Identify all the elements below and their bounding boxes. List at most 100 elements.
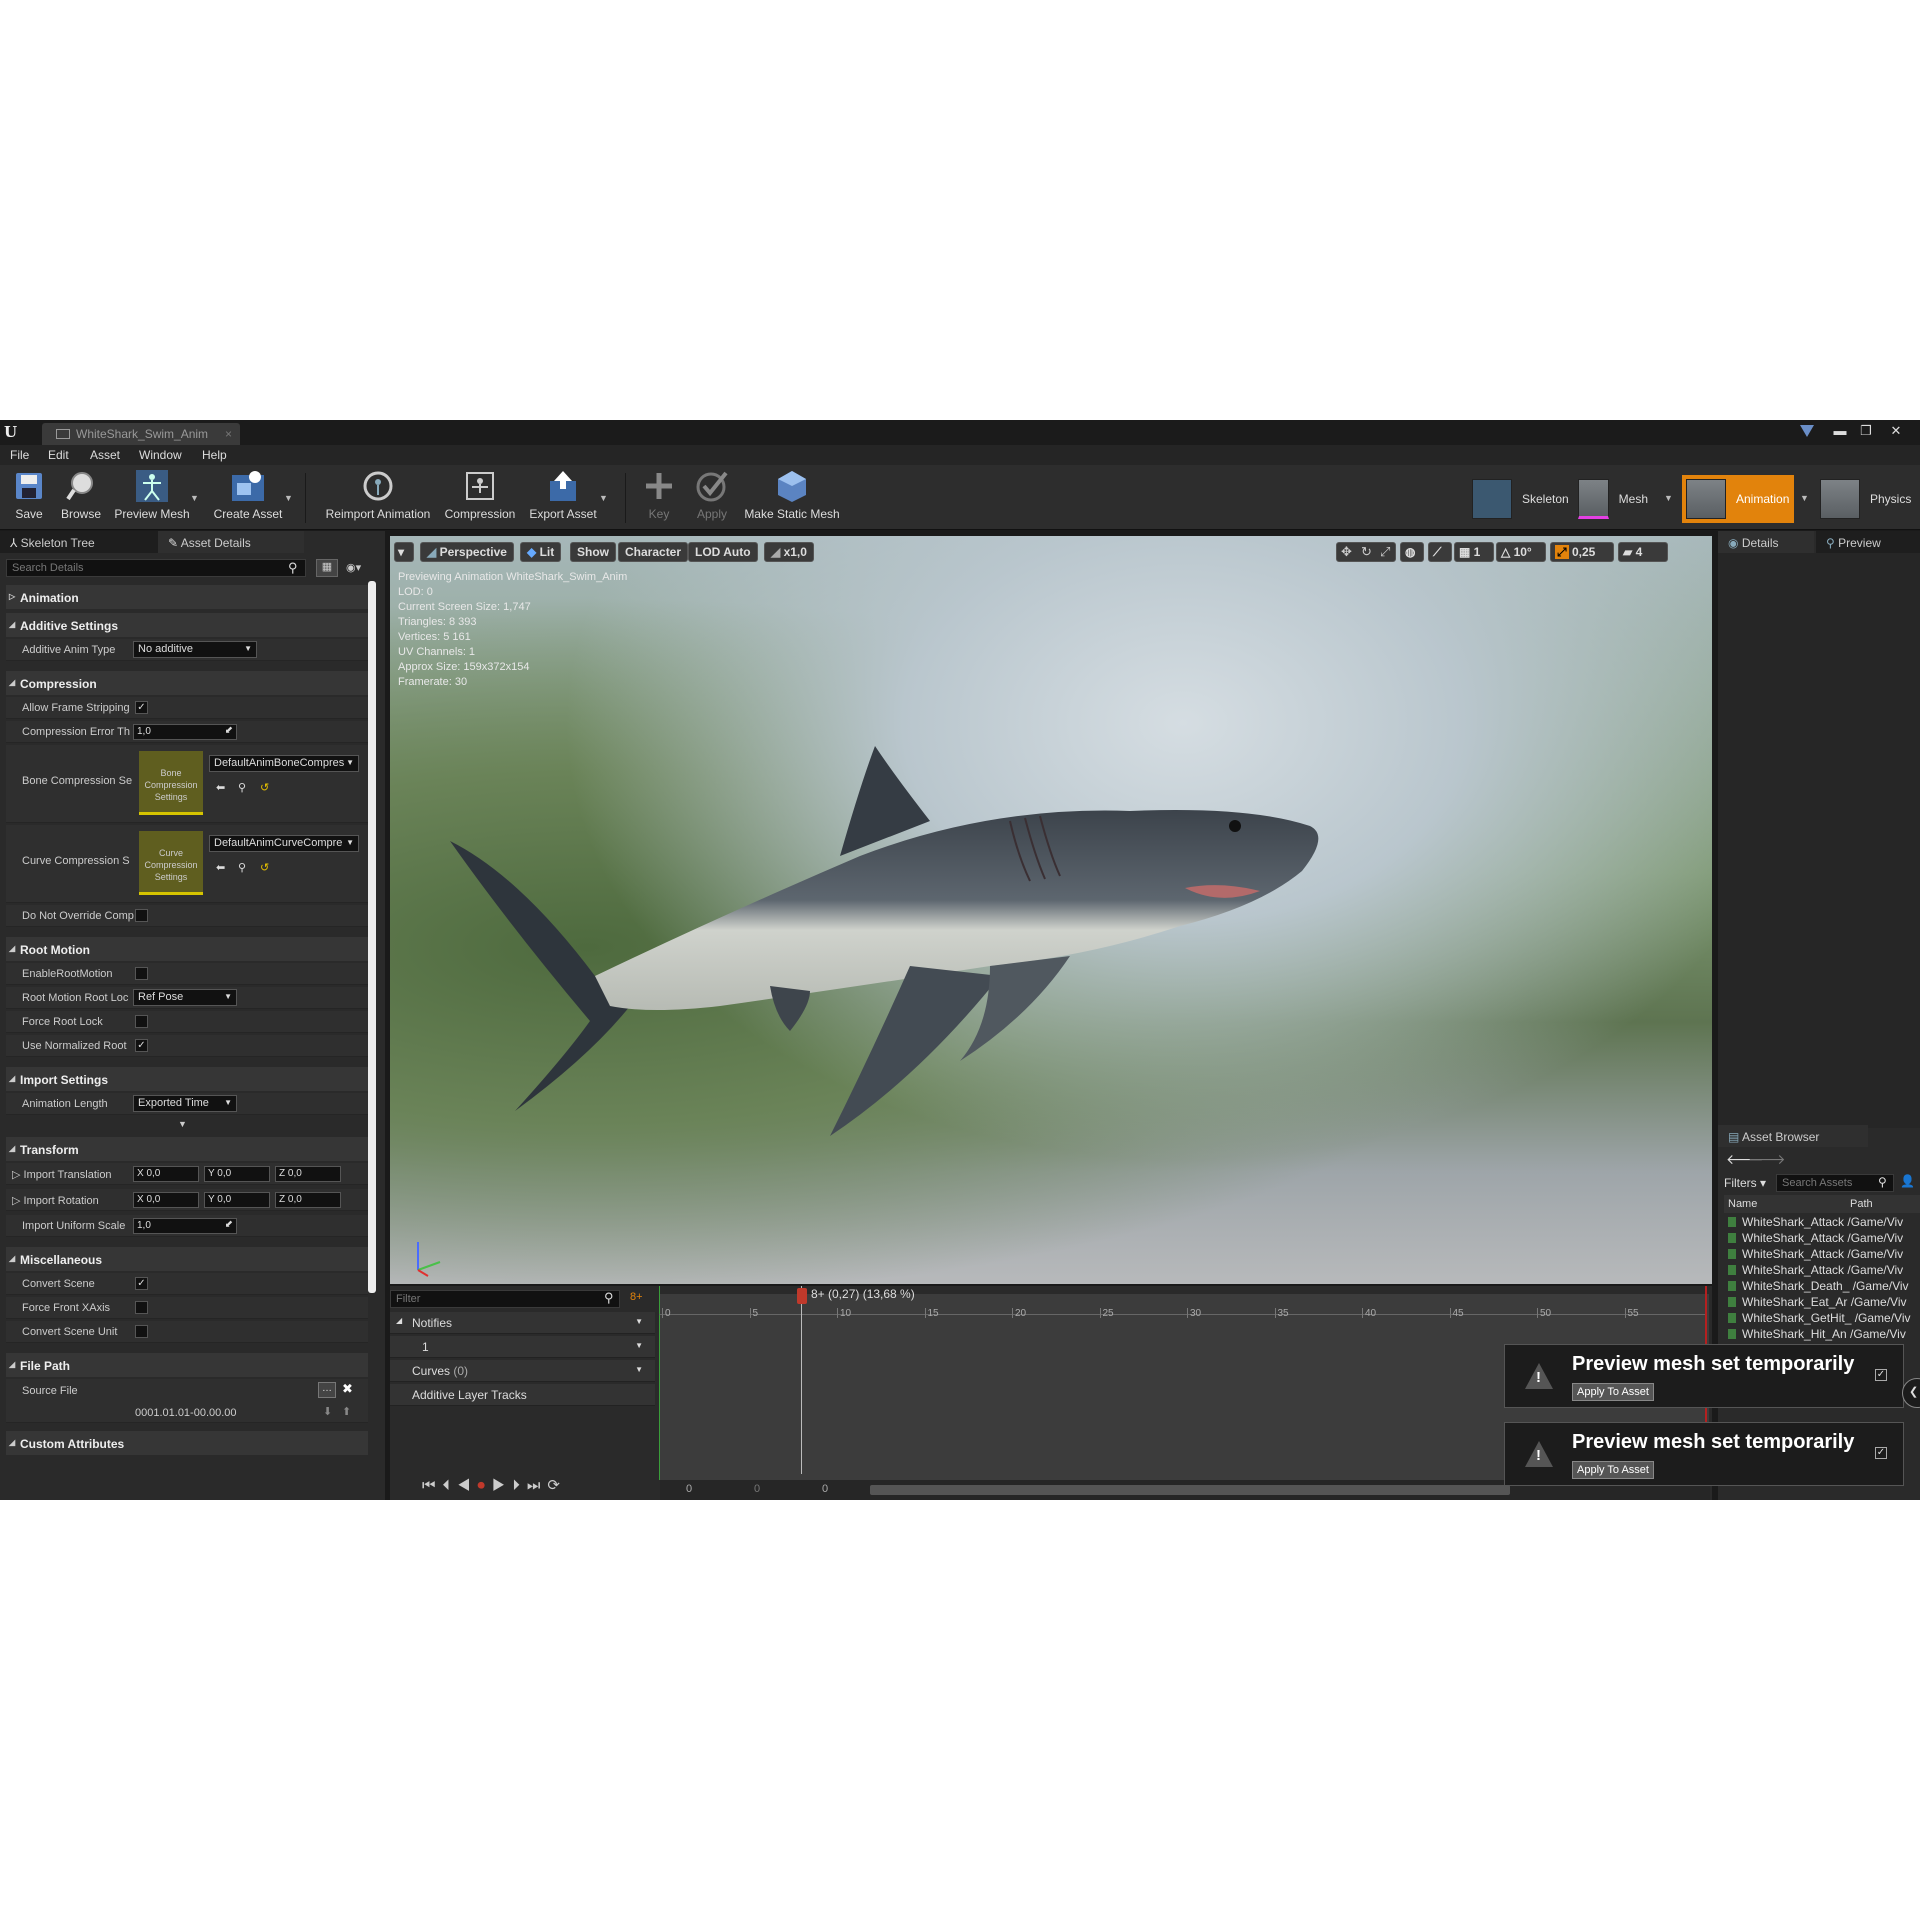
close-tab-icon[interactable]: × (225, 427, 232, 441)
convert-scene-checkbox[interactable]: ✓ (135, 1277, 148, 1290)
uniform-scale-input[interactable]: 1,0 ⬋ (133, 1218, 237, 1234)
scale-snap-button[interactable]: ⤢ 0,25 (1550, 542, 1614, 562)
menu-help[interactable]: Help (202, 448, 227, 462)
category-transform[interactable]: ◢ Transform (6, 1137, 368, 1161)
category-additive-settings[interactable]: ◢ Additive Settings (6, 613, 368, 637)
skip-to-start-icon[interactable]: ⏮ (422, 1477, 443, 1494)
category-file-path[interactable]: ◢ File Path (6, 1353, 368, 1377)
tab-preview[interactable]: ⚲ Preview (1816, 531, 1920, 553)
mesh-dropdown-icon[interactable]: ▼ (1664, 493, 1673, 503)
curve-compression-thumbnail[interactable]: Curve Compression Settings (139, 831, 203, 895)
advanced-expand-icon[interactable]: ▼ (178, 1119, 187, 1129)
document-tab[interactable]: WhiteShark_Swim_Anim × (42, 423, 240, 445)
use-normalized-root-checkbox[interactable]: ✓ (135, 1039, 148, 1052)
transform-tools[interactable]: ✥ ↻ ⤢ (1336, 542, 1396, 562)
dismiss-check-icon[interactable]: ✓ (1875, 1447, 1887, 1459)
browse-button[interactable]: Browse (56, 469, 106, 527)
browse-asset-icon[interactable]: ⚲ (238, 781, 246, 794)
notifies-track[interactable]: ◢ Notifies ▼ (390, 1312, 655, 1334)
asset-row[interactable]: WhiteShark_Death_ /Game/Viv (1728, 1279, 1918, 1295)
asset-search-input[interactable]: Search Assets (1776, 1174, 1894, 1192)
notify-track-1[interactable]: 1 ▼ (390, 1336, 655, 1358)
tab-skeleton-tree[interactable]: ⅄ Skeleton Tree (0, 531, 158, 553)
reimport-animation-button[interactable]: Reimport Animation (320, 469, 436, 527)
add-notify-button[interactable]: 8+ (630, 1291, 643, 1303)
mode-animation[interactable]: Animation (1682, 475, 1794, 523)
menu-window[interactable]: Window (139, 448, 182, 462)
mode-physics[interactable]: Physics (1820, 475, 1920, 523)
perspective-button[interactable]: ◢ Perspective (420, 542, 514, 562)
category-root-motion[interactable]: ◢ Root Motion (6, 937, 368, 961)
bone-compression-thumbnail[interactable]: Bone Compression Settings (139, 751, 203, 815)
eye-visibility-icon[interactable]: ◉▾ (346, 561, 361, 574)
key-button[interactable]: Key (640, 469, 678, 527)
camera-speed-button[interactable]: ▰ 4 (1618, 542, 1668, 562)
move-up-icon[interactable]: ⬆ (342, 1405, 351, 1418)
compression-error-input[interactable]: 1,0 ⬋ (133, 724, 237, 740)
minimize-button[interactable]: ▬ (1826, 420, 1854, 442)
animation-dropdown-icon[interactable]: ▼ (1800, 493, 1809, 503)
menu-asset[interactable]: Asset (90, 448, 120, 462)
additive-layer-tracks[interactable]: Additive Layer Tracks (390, 1384, 655, 1406)
mode-mesh[interactable]: Mesh (1578, 475, 1648, 523)
asset-row[interactable]: WhiteShark_Attack /Game/Viv (1728, 1215, 1918, 1231)
rotation-y-input[interactable]: Y 0,0 (204, 1192, 270, 1208)
make-static-mesh-button[interactable]: Make Static Mesh (742, 469, 842, 527)
rotation-x-input[interactable]: X 0,0 (133, 1192, 199, 1208)
reset-to-default-icon[interactable]: ↺ (260, 781, 269, 794)
view-options-icon[interactable]: 👤 (1900, 1174, 1915, 1188)
scale-icon[interactable]: ⤢ (1380, 544, 1390, 560)
details-search-input[interactable]: Search Details (6, 559, 306, 577)
rotate-icon[interactable]: ↻ (1361, 544, 1372, 560)
move-down-icon[interactable]: ⬇ (323, 1405, 332, 1418)
category-compression[interactable]: ◢ Compression (6, 671, 368, 695)
translate-icon[interactable]: ✥ (1341, 544, 1352, 560)
curve-compression-combo[interactable]: DefaultAnimCurveCompre ▼ (209, 835, 359, 852)
grid-snap-button[interactable]: ▦ 1 (1454, 542, 1494, 562)
apply-to-asset-button[interactable]: Apply To Asset (1572, 1461, 1654, 1479)
additive-anim-type-combo[interactable]: No additive ▼ (133, 641, 257, 658)
rotation-snap-button[interactable]: △ 10° (1496, 542, 1546, 562)
convert-scene-unit-checkbox[interactable] (135, 1325, 148, 1338)
menu-edit[interactable]: Edit (48, 448, 69, 462)
do-not-override-checkbox[interactable] (135, 909, 148, 922)
bone-compression-combo[interactable]: DefaultAnimBoneCompres ▼ (209, 755, 359, 772)
browse-file-button[interactable]: … (318, 1382, 336, 1398)
asset-row[interactable]: WhiteShark_Attack /Game/Viv (1728, 1263, 1918, 1279)
loop-icon[interactable]: ⟳ (547, 1477, 567, 1494)
record-icon[interactable]: ⏺ (477, 1477, 492, 1494)
step-back-icon[interactable]: ⏴ (443, 1477, 458, 1494)
root-motion-lock-combo[interactable]: Ref Pose ▼ (133, 989, 237, 1006)
details-scrollbar[interactable] (368, 581, 376, 1293)
tab-asset-details[interactable]: ✎ Asset Details (158, 531, 304, 553)
apply-button[interactable]: Apply (690, 469, 734, 527)
playback-speed-button[interactable]: ◢ x1,0 (764, 542, 814, 562)
tab-asset-browser[interactable]: ▤ Asset Browser (1718, 1125, 1868, 1147)
notification-icon[interactable] (1800, 425, 1814, 437)
forward-arrow-icon[interactable]: 🡒 (1748, 1151, 1786, 1168)
timeline-range-slider[interactable] (870, 1485, 1510, 1495)
restore-button[interactable]: ❐ (1852, 420, 1880, 442)
create-asset-button[interactable]: Create Asset (210, 469, 286, 527)
dismiss-check-icon[interactable]: ✓ (1875, 1369, 1887, 1381)
play-reverse-icon[interactable]: ◀ (457, 1477, 477, 1494)
asset-row[interactable]: WhiteShark_Hit_An /Game/Viv (1728, 1327, 1918, 1343)
translation-z-input[interactable]: Z 0,0 (275, 1166, 341, 1182)
viewport[interactable]: ▾ ◢ Perspective ◆ Lit Show Character LOD… (390, 536, 1712, 1284)
category-animation[interactable]: ▷ Animation (6, 585, 368, 609)
lod-button[interactable]: LOD Auto (688, 542, 758, 562)
world-local-icon[interactable]: ◍ (1400, 542, 1424, 562)
compression-button[interactable]: Compression (440, 469, 520, 527)
show-button[interactable]: Show (570, 542, 616, 562)
lit-button[interactable]: ◆ Lit (520, 542, 562, 562)
use-selected-arrow-icon[interactable]: ⬅ (216, 861, 225, 874)
save-button[interactable]: Save (8, 469, 50, 527)
asset-row[interactable]: WhiteShark_Eat_Ar /Game/Viv (1728, 1295, 1918, 1311)
enable-root-motion-checkbox[interactable] (135, 967, 148, 980)
preview-mesh-dropdown-icon[interactable]: ▼ (190, 493, 199, 503)
force-front-xaxis-checkbox[interactable] (135, 1301, 148, 1314)
play-icon[interactable]: ▶ (492, 1477, 512, 1494)
surface-snap-icon[interactable]: ⟋ (1428, 542, 1452, 562)
asset-row[interactable]: WhiteShark_Attack /Game/Viv (1728, 1247, 1918, 1263)
menu-file[interactable]: File (10, 448, 29, 462)
